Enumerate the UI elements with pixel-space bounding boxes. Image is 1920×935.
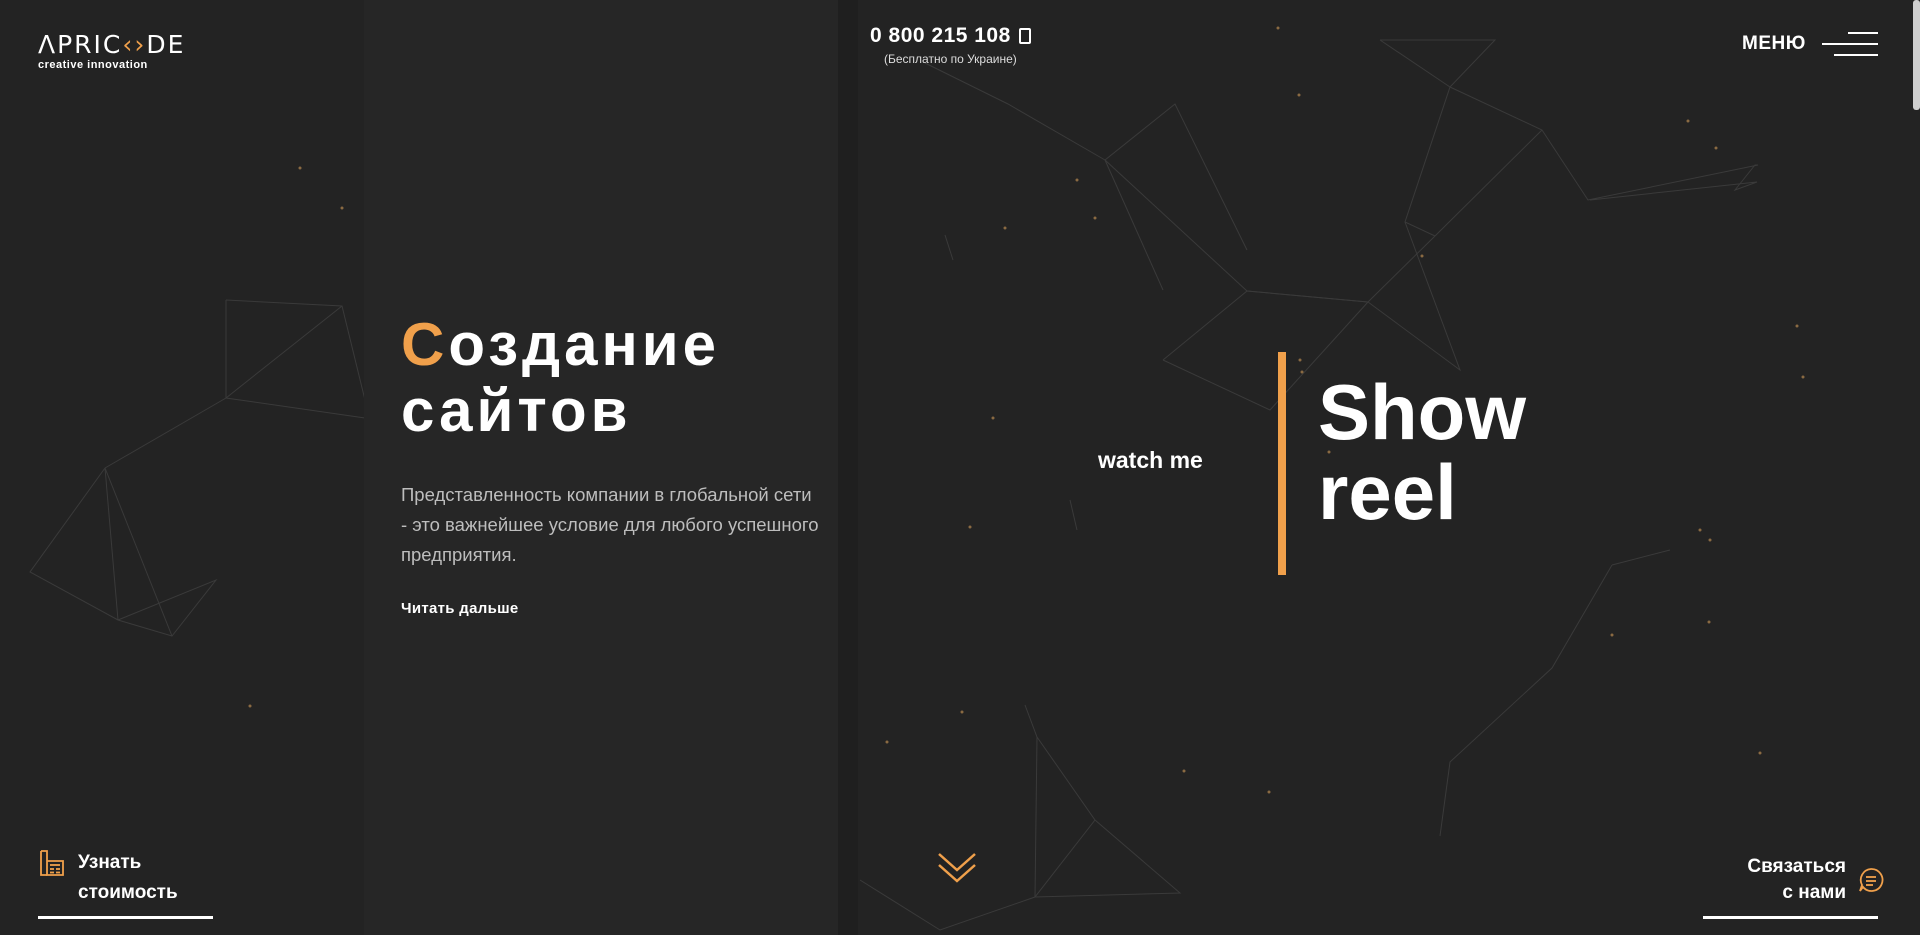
hero-description: Представленность компании в глобальной с… bbox=[401, 484, 819, 565]
watch-me-label[interactable]: watch me bbox=[1098, 447, 1203, 474]
showreel-line2: reel bbox=[1318, 448, 1457, 536]
read-more-link[interactable]: Читать дальше bbox=[401, 600, 519, 617]
showreel-button[interactable]: Show reel bbox=[1318, 372, 1526, 532]
hamburger-icon bbox=[1821, 30, 1878, 58]
phone-block: 0 800 215 108 (Бесплатно по Украине) bbox=[870, 24, 1031, 66]
scrollbar[interactable] bbox=[1913, 0, 1920, 110]
network-background bbox=[29, 26, 1805, 931]
logo-tagline: creative innovation bbox=[38, 59, 148, 71]
logo-accent: ‹› bbox=[122, 30, 147, 59]
contact-us-button[interactable]: Связаться с нами bbox=[1747, 854, 1884, 906]
menu-button[interactable]: МЕНЮ bbox=[1742, 30, 1878, 58]
phone-icon bbox=[1018, 28, 1031, 44]
hero-panel bbox=[364, 0, 838, 935]
hero-title: Создание сайтов bbox=[401, 312, 720, 444]
hero-title-line2: сайтов bbox=[401, 377, 632, 444]
phone-number[interactable]: 0 800 215 108 bbox=[870, 24, 1011, 48]
showreel-line1: Show bbox=[1318, 368, 1526, 456]
hero-title-first-letter: С bbox=[401, 311, 449, 378]
hero-title-line1: оздание bbox=[448, 311, 720, 378]
chat-icon bbox=[1859, 868, 1884, 892]
logo-wordmark: ΛPRIC‹›DE bbox=[38, 30, 186, 59]
panel-divider bbox=[838, 0, 858, 935]
phone-number-link[interactable]: 0 800 215 108 bbox=[870, 24, 1031, 48]
phone-note: (Бесплатно по Украине) bbox=[884, 52, 1017, 66]
calculator-icon bbox=[40, 850, 64, 876]
menu-label: МЕНЮ bbox=[1742, 33, 1806, 54]
get-price-button[interactable]: Узнать стоимость bbox=[38, 848, 178, 908]
logo[interactable]: ΛPRIC‹›DE creative innovation bbox=[38, 32, 185, 71]
get-price-line2: стоимость bbox=[78, 882, 178, 903]
double-chevron-down-icon[interactable] bbox=[936, 850, 978, 886]
showreel-accent-bar bbox=[1278, 352, 1286, 575]
contact-us-underline bbox=[1703, 916, 1878, 919]
get-price-line1: Узнать bbox=[78, 852, 142, 873]
get-price-underline bbox=[38, 916, 213, 919]
contact-us-line1: Связаться bbox=[1747, 856, 1846, 877]
contact-us-line2: с нами bbox=[1782, 882, 1846, 903]
